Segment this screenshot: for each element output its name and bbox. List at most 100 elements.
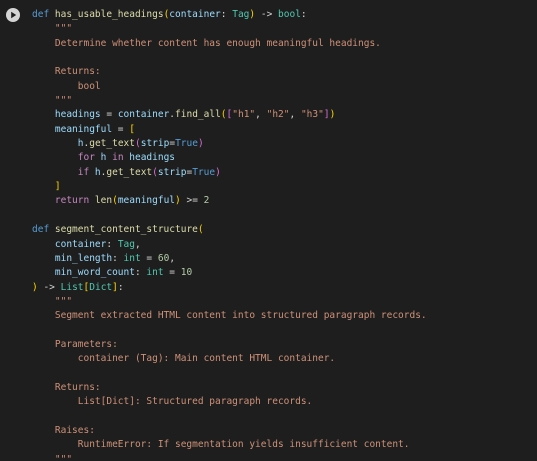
code-line: def segment_content_structure(	[32, 223, 537, 237]
code-token: container	[169, 9, 221, 20]
code-token: "h1"	[232, 109, 256, 121]
run-cell-button[interactable]	[6, 8, 20, 22]
code-token: Returns:	[32, 381, 101, 393]
code-token: "h3"	[300, 109, 324, 121]
code-token: 60	[157, 252, 170, 264]
code-cell: def has_usable_headings ( container: Tag ) …	[0, 0, 537, 461]
code-token: =	[163, 267, 181, 279]
code-token: List	[60, 281, 84, 293]
code-token: if	[32, 166, 95, 178]
code-token: List[Dict]: Structured paragraph records…	[32, 396, 313, 408]
code-token: has_usable_headings	[54, 9, 164, 20]
code-line: Returns:	[32, 381, 537, 395]
code-line: meaningful = [	[32, 123, 537, 137]
code-line: Returns:	[32, 65, 537, 79]
code-token: bool	[278, 9, 301, 20]
code-token: Dict	[89, 281, 113, 293]
code-line: Raises:	[32, 424, 537, 438]
code-line: Segment extracted HTML content into stru…	[32, 309, 537, 323]
code-line: def has_usable_headings(container: Tag) …	[32, 8, 537, 22]
code-line: for h in headings	[32, 151, 537, 165]
code-token: find_all	[175, 109, 221, 121]
code-line: Parameters:	[32, 338, 537, 352]
code-token: meaningful	[117, 195, 176, 207]
code-line: Determine whether content has enough mea…	[32, 37, 537, 51]
code-token: container (Tag): Main content HTML conta…	[32, 353, 336, 365]
code-token: Returns:	[32, 66, 101, 78]
code-token: >=	[180, 195, 204, 207]
code-token: int	[123, 252, 141, 264]
code-token: strip	[157, 166, 187, 178]
code-token: :	[117, 281, 124, 293]
code-line: headings = container.find_all(["h1", "h2…	[32, 108, 537, 122]
code-token: ,	[289, 109, 301, 121]
code-line: """	[32, 453, 537, 461]
code-token: bool	[32, 80, 101, 92]
code-token: Determine whether content has enough mea…	[32, 37, 381, 49]
code-token: :	[134, 267, 147, 279]
code-token: strip	[140, 138, 170, 150]
code-token: container	[32, 238, 107, 250]
code-token: meaningful	[32, 123, 113, 135]
code-token: Parameters:	[32, 338, 118, 350]
code-token: return	[32, 195, 95, 207]
code-token: """	[32, 295, 73, 307]
code-line: """	[32, 295, 537, 309]
code-editor[interactable]: def has_usable_headings ( container: Tag ) …	[32, 8, 537, 461]
code-token: (	[197, 224, 204, 236]
code-token: )	[215, 166, 221, 178]
code-token: get_text	[106, 166, 153, 178]
code-line: RuntimeError: If segmentation yields ins…	[32, 438, 537, 452]
code-token: ->	[37, 281, 61, 293]
code-token: 10	[180, 267, 193, 279]
code-line: ) -> List[Dict]:	[32, 281, 537, 295]
code-token: Raises:	[32, 424, 95, 436]
code-token: """	[32, 453, 73, 461]
code-token: headings	[32, 109, 101, 121]
code-token: Tag	[117, 238, 135, 250]
code-token: :	[300, 9, 307, 20]
code-token: )	[197, 138, 204, 150]
code-token: h	[32, 138, 84, 150]
code-line: """	[32, 22, 537, 36]
code-token: get_text	[89, 138, 135, 150]
code-token: """	[32, 23, 73, 35]
code-token: :	[112, 252, 124, 264]
code-token: 2	[203, 195, 210, 207]
play-icon	[11, 11, 17, 19]
code-token: ]	[32, 181, 61, 193]
code-token: :	[220, 9, 233, 20]
code-token: min_word_count	[32, 267, 135, 279]
code-line: container (Tag): Main content HTML conta…	[32, 352, 537, 366]
code-token: len	[94, 195, 113, 207]
code-line: min_word_count: int = 10	[32, 266, 537, 280]
code-line: min_length: int = 60,	[32, 252, 537, 266]
code-token: "h2"	[266, 109, 290, 121]
code-token: def	[32, 9, 55, 20]
code-line: return len(meaningful) >= 2	[32, 194, 537, 208]
code-line: bool	[32, 80, 537, 94]
code-token: ,	[169, 252, 176, 264]
code-token: =	[100, 109, 118, 121]
code-token: segment_content_structure	[54, 224, 198, 236]
code-token: Segment extracted HTML content into stru…	[32, 310, 427, 322]
code-line: container: Tag,	[32, 238, 537, 252]
code-token: def	[32, 224, 55, 236]
code-token: int	[146, 267, 164, 279]
code-token: in	[106, 152, 130, 164]
code-token: =	[112, 123, 130, 135]
code-line: if h.get_text(strip=True)	[32, 166, 537, 180]
code-token: headings	[129, 152, 176, 164]
code-token: for	[32, 152, 101, 164]
code-line: h.get_text(strip=True)	[32, 137, 537, 151]
code-token: =	[140, 252, 158, 264]
code-token: [	[129, 123, 135, 135]
code-token: ->	[255, 9, 279, 20]
code-line: List[Dict]: Structured paragraph records…	[32, 395, 537, 409]
code-line: """	[32, 94, 537, 108]
